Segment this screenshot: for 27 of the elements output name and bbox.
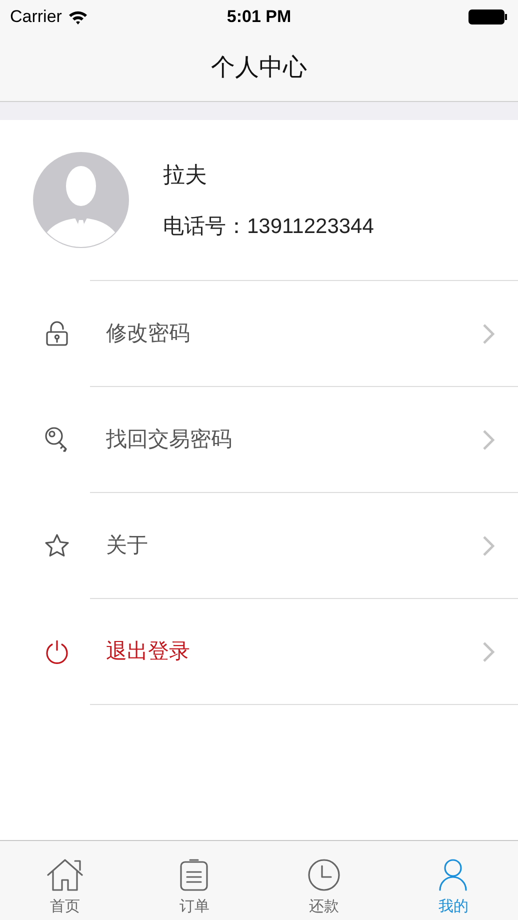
tab-item[interactable]: 我的 (388, 841, 518, 920)
chevron-icon (482, 640, 496, 662)
tab-item[interactable]: 还款 (259, 841, 388, 920)
chevron-icon (482, 428, 496, 450)
wifi-icon (68, 10, 88, 24)
tab-item[interactable]: 订单 (130, 841, 259, 920)
tab-item[interactable]: 首页 (0, 841, 130, 920)
home-icon (46, 858, 84, 892)
star-icon (44, 532, 70, 558)
phone-number: 电话号：13911223344 (163, 214, 374, 240)
page-title: 个人中心 (211, 52, 307, 82)
carrier-text: Carrier (10, 6, 62, 28)
power-icon (44, 638, 70, 664)
menu-item[interactable]: 关于 (0, 493, 518, 598)
clock-text: 5:01 PM (226, 6, 292, 28)
chevron-icon (482, 534, 496, 556)
lock-icon (45, 320, 69, 346)
clock-icon (306, 858, 341, 892)
battery-icon (468, 9, 508, 25)
key-icon (44, 426, 70, 454)
chevron-icon (482, 322, 496, 344)
person-icon (438, 858, 468, 892)
user-name: 拉夫 (163, 160, 208, 189)
clipboard-icon (179, 858, 210, 892)
menu-item[interactable]: 修改密码 (0, 281, 518, 386)
menu-item[interactable]: 退出登录 (0, 599, 518, 704)
menu-item[interactable]: 找回交易密码 (0, 387, 518, 492)
